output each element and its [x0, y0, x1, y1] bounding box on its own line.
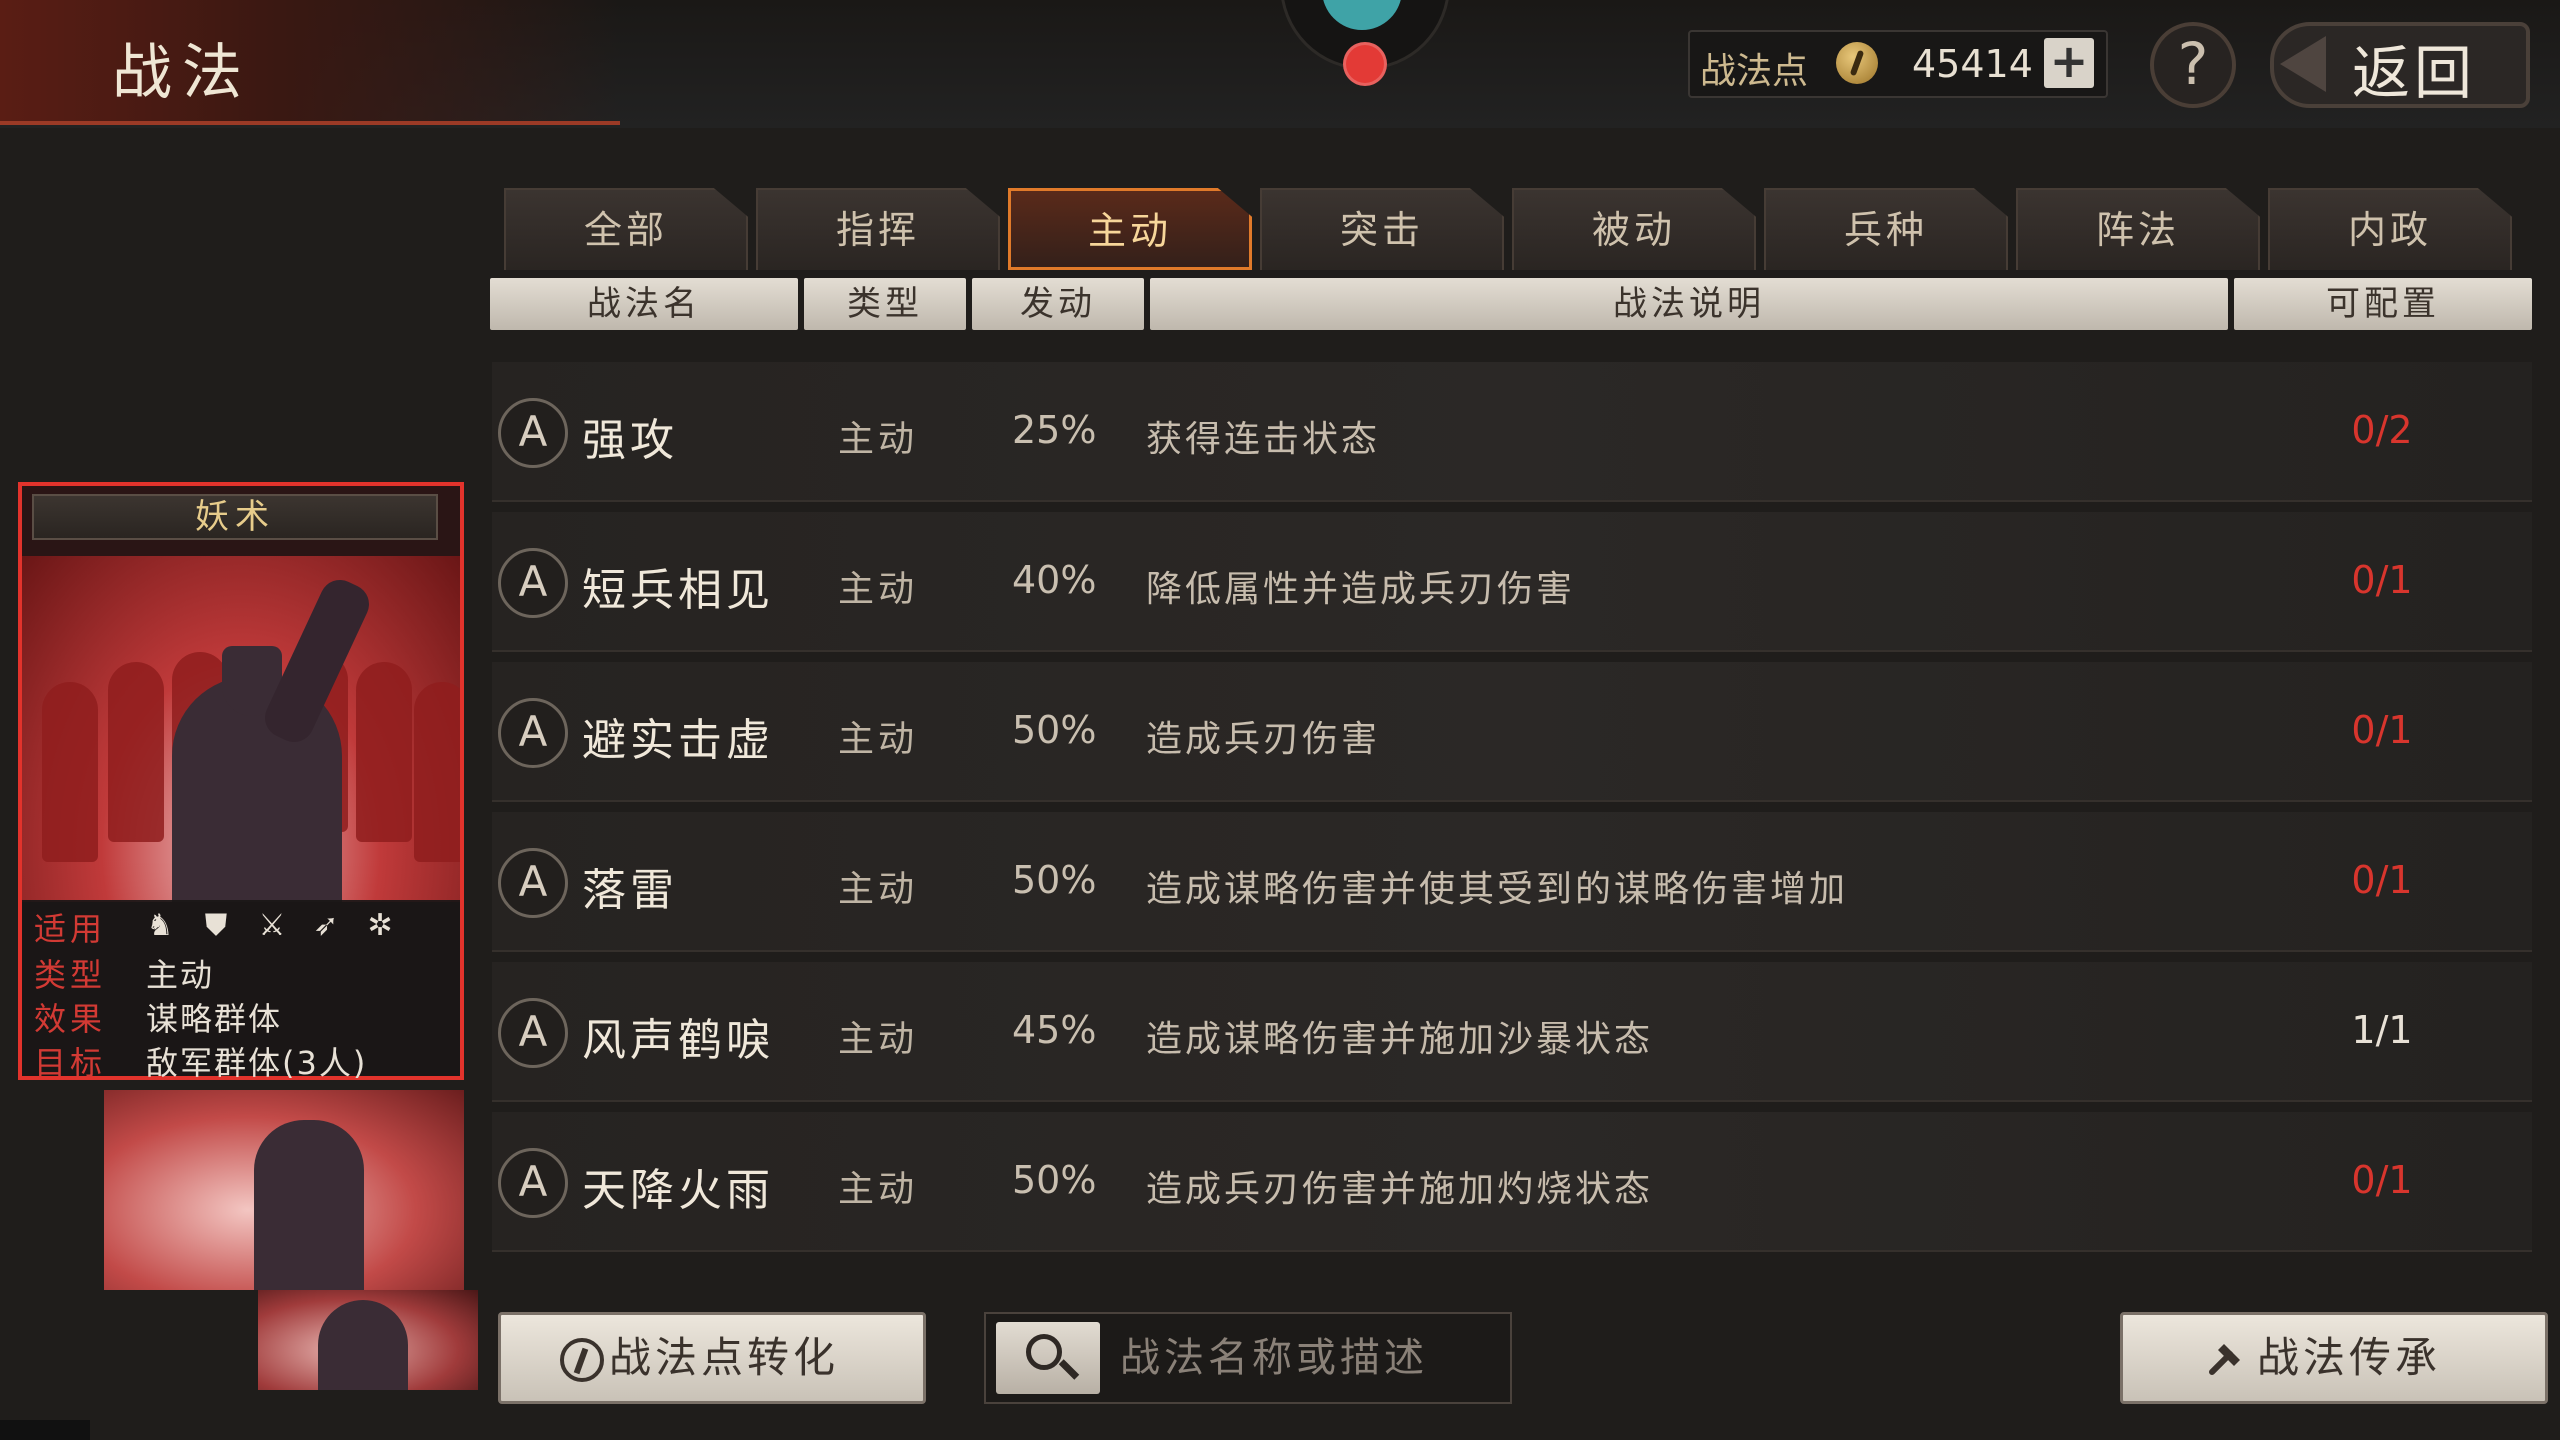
tactic-name: 避实击虚 [582, 715, 774, 766]
tactic-row[interactable]: A 落雷 主动 50% 造成谋略伤害并使其受到的谋略伤害增加 0/1 [492, 812, 2532, 952]
tactic-grade-badge: A [498, 398, 568, 468]
column-header-config[interactable]: 可配置 [2234, 278, 2532, 330]
page-title: 战法 [112, 38, 252, 108]
column-header-name[interactable]: 战法名 [490, 278, 798, 330]
tactic-card-art [22, 556, 460, 902]
cavalry-icon: ♞ [146, 908, 174, 943]
tactic-row[interactable]: A 天降火雨 主动 50% 造成兵刃伤害并施加灼烧状态 0/1 [492, 1112, 2532, 1252]
tactic-row[interactable]: A 避实击虚 主动 50% 造成兵刃伤害 0/1 [492, 662, 2532, 802]
card-target-value: 敌军群体(3人) [146, 1044, 368, 1082]
tab-1[interactable]: 指挥 [756, 188, 1000, 270]
search-button[interactable] [996, 1322, 1100, 1394]
help-button[interactable]: ? [2150, 22, 2236, 108]
tactic-config-count: 0/1 [2351, 708, 2413, 752]
tactic-grade-badge: A [498, 548, 568, 618]
tactic-description: 造成兵刃伤害 [1146, 719, 1381, 760]
spear-icon: ➶ [313, 908, 339, 943]
tactic-row[interactable]: A 风声鹤唳 主动 45% 造成谋略伤害并施加沙暴状态 1/1 [492, 962, 2532, 1102]
tactic-config-count: 0/1 [2351, 858, 2413, 902]
tactic-trigger-rate: 45% [1012, 1008, 1097, 1052]
tactic-grade-badge: A [498, 998, 568, 1068]
tactic-trigger-rate: 25% [1012, 408, 1097, 452]
tactic-description: 造成谋略伤害并施加沙暴状态 [1146, 1019, 1654, 1060]
tab-2[interactable]: 主动 [1008, 188, 1252, 270]
add-points-button[interactable]: + [2044, 38, 2094, 88]
tactic-row[interactable]: A 强攻 主动 25% 获得连击状态 0/2 [492, 362, 2532, 502]
tactic-point-coin-icon [560, 1338, 604, 1382]
tactic-trigger-rate: 40% [1012, 558, 1097, 602]
tactic-type: 主动 [838, 569, 919, 610]
tactic-trigger-rate: 50% [1012, 858, 1097, 902]
tactic-description: 降低属性并造成兵刃伤害 [1146, 569, 1576, 610]
tactic-config-count: 0/1 [2351, 558, 2413, 602]
tactic-name: 天降火雨 [582, 1165, 774, 1216]
tab-5[interactable]: 兵种 [1764, 188, 2008, 270]
crossed-swords-icon: ⚔ [258, 908, 286, 943]
card-effect-value: 谋略群体 [146, 1000, 283, 1038]
back-arrow-icon [2280, 36, 2326, 92]
tactic-row[interactable]: A 短兵相见 主动 40% 降低属性并造成兵刃伤害 0/1 [492, 512, 2532, 652]
title-band [0, 0, 620, 125]
tab-0[interactable]: 全部 [504, 188, 748, 270]
tab-4[interactable]: 被动 [1512, 188, 1756, 270]
tactic-description: 造成兵刃伤害并施加灼烧状态 [1146, 1169, 1654, 1210]
tactic-name: 落雷 [582, 865, 678, 916]
tactic-points-value: 45414 [1912, 42, 2033, 86]
tactic-config-count: 0/2 [2351, 408, 2413, 452]
tactic-description: 造成谋略伤害并使其受到的谋略伤害增加 [1146, 869, 1849, 910]
tactic-config-count: 0/1 [2351, 1158, 2413, 1202]
tactic-type: 主动 [838, 719, 919, 760]
card-apply-label: 适用 [34, 910, 107, 948]
tab-6[interactable]: 阵法 [2016, 188, 2260, 270]
tab-3[interactable]: 突击 [1260, 188, 1504, 270]
tactic-type: 主动 [838, 1169, 919, 1210]
tactic-name: 短兵相见 [582, 565, 774, 616]
tactic-points-label: 战法点 [1700, 51, 1809, 92]
tactic-type: 主动 [838, 1019, 919, 1060]
card-title: 妖术 [32, 494, 438, 540]
tactic-name: 强攻 [582, 415, 678, 466]
inherit-tactic-button[interactable]: 战法传承 [2120, 1312, 2548, 1404]
tactic-trigger-rate: 50% [1012, 708, 1097, 752]
stacked-tactic-card[interactable] [104, 1090, 464, 1290]
column-header-type[interactable]: 类型 [804, 278, 966, 330]
search-input[interactable] [1120, 1326, 1500, 1390]
stacked-tactic-card[interactable] [258, 1290, 478, 1390]
notification-dot [1343, 42, 1387, 86]
shield-icon: ⛊ [204, 908, 228, 943]
back-button-label: 返回 [2352, 39, 2477, 107]
column-header-description: 战法说明 [1150, 278, 2228, 330]
tactic-name: 风声鹤唳 [582, 1015, 774, 1066]
card-type-label: 类型 [34, 956, 107, 994]
card-target-label: 目标 [34, 1044, 107, 1082]
card-effect-label: 效果 [34, 1000, 107, 1038]
tactic-grade-badge: A [498, 698, 568, 768]
tactic-grade-badge: A [498, 1148, 568, 1218]
card-type-value: 主动 [146, 956, 215, 994]
tactic-type: 主动 [838, 869, 919, 910]
tactic-point-coin-icon [1836, 42, 1878, 84]
tactic-trigger-rate: 50% [1012, 1158, 1097, 1202]
search-icon [1026, 1334, 1062, 1370]
column-header-rate[interactable]: 发动 [972, 278, 1144, 330]
tab-7[interactable]: 内政 [2268, 188, 2512, 270]
tactic-type: 主动 [838, 419, 919, 460]
corner-shadow [0, 1420, 90, 1440]
hammer-icon [2209, 1344, 2240, 1375]
tactic-description: 获得连击状态 [1146, 419, 1381, 460]
tactic-grade-badge: A [498, 848, 568, 918]
wheel-icon: ✲ [367, 908, 393, 943]
tactic-config-count: 1/1 [2351, 1008, 2413, 1052]
